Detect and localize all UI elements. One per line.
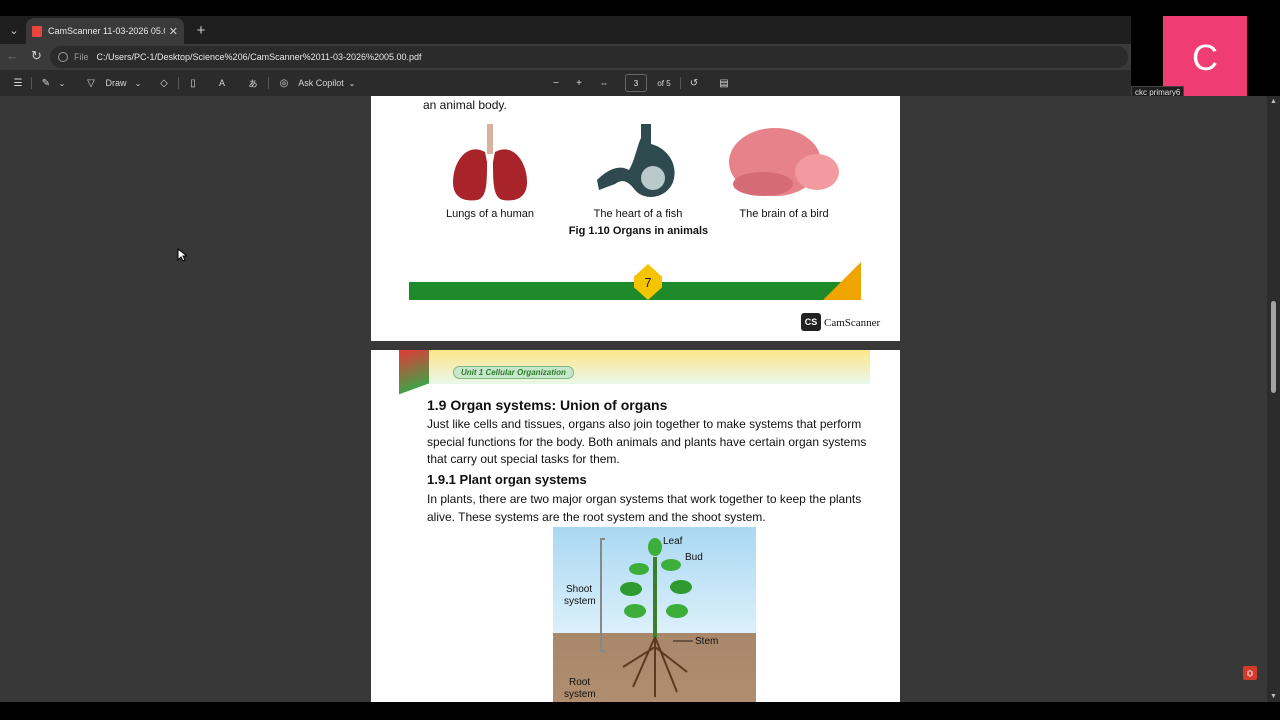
zoom-in-icon[interactable]: + <box>572 70 586 96</box>
camscanner-watermark: CamScanner <box>824 317 881 329</box>
page-view-icon[interactable]: ▤ <box>716 70 732 96</box>
paragraph-2-line-2: alive. These systems are the root system… <box>427 510 766 524</box>
caption-lungs: Lungs of a human <box>445 208 535 220</box>
address-bar: ← ↻ File C:/Users/PC-1/Desktop/Science%2… <box>0 44 1131 70</box>
zoom-out-icon[interactable]: − <box>549 70 563 96</box>
mouse-cursor-icon <box>177 248 187 262</box>
draw-button-label[interactable]: Draw <box>102 70 130 96</box>
paragraph-1-line-2: special functions for the body. Both ani… <box>427 435 867 449</box>
lungs-illustration <box>453 124 527 201</box>
rotate-icon[interactable]: ↺ <box>686 70 702 96</box>
url-scheme-label: File <box>74 52 89 62</box>
camscanner-logo-icon: CS <box>801 313 821 331</box>
caption-fish-heart: The heart of a fish <box>593 208 683 220</box>
screen-bottom-edge <box>0 702 1280 720</box>
scroll-up-icon[interactable]: ▲ <box>1270 98 1277 105</box>
footer-corner-decoration <box>823 262 861 300</box>
plant-illustration <box>600 538 693 697</box>
label-root-system-line-1: Root <box>569 677 591 688</box>
text-box-icon[interactable]: ▯ <box>185 70 201 96</box>
toolbar-divider <box>178 77 179 89</box>
toolbar-divider <box>680 77 681 89</box>
read-aloud-icon[interactable]: A <box>214 70 230 96</box>
fish-heart-illustration <box>597 124 675 197</box>
new-tab-button[interactable]: + <box>192 19 210 41</box>
figure-caption: Fig 1.10 Organs in animals <box>568 225 709 237</box>
label-leaf: Leaf <box>663 536 683 547</box>
page-total-label: of 5 <box>657 78 671 88</box>
paragraph-1-line-3: that carry out special tasks for them. <box>427 452 620 466</box>
browser-tab-active[interactable]: CamScanner 11-03-2026 05.00.pdf ✕ <box>26 18 184 44</box>
section-heading: 1.9 Organ systems: Union of organs <box>427 397 668 413</box>
translate-icon[interactable]: あ <box>245 70 261 96</box>
site-info-icon[interactable] <box>58 52 68 62</box>
label-stem: Stem <box>695 636 719 647</box>
tab-list-button[interactable]: ⌄ <box>4 20 24 40</box>
avatar-initial: C <box>1192 37 1218 78</box>
ask-copilot-label[interactable]: Ask Copilot <box>295 70 347 96</box>
tab-title: CamScanner 11-03-2026 05.00.pdf <box>48 26 165 36</box>
url-field[interactable]: File C:/Users/PC-1/Desktop/Science%206/C… <box>50 46 1128 68</box>
plus-icon: + <box>196 21 206 39</box>
scrollbar-thumb[interactable] <box>1271 301 1276 393</box>
label-bud: Bud <box>685 552 703 563</box>
highlight-dropdown-chevron-icon[interactable]: ⌄ <box>57 70 67 96</box>
label-root-system-line-2: system <box>564 689 596 700</box>
toolbar-divider <box>31 77 32 89</box>
reload-icon[interactable]: ↻ <box>31 48 42 64</box>
page-number-input[interactable]: 3 <box>625 74 647 92</box>
paragraph-2-line-1: In plants, there are two major organ sys… <box>427 492 862 506</box>
tab-strip: ⌄ CamScanner 11-03-2026 05.00.pdf ✕ + <box>0 16 1131 44</box>
highlight-icon[interactable]: ✎ <box>38 70 54 96</box>
screen-top-edge <box>0 0 1280 16</box>
unit-label: Unit 1 Cellular Organization <box>453 366 574 379</box>
fit-width-icon[interactable]: ⇔ <box>596 70 612 96</box>
subsection-heading: 1.9.1 Plant organ systems <box>427 472 587 487</box>
banner-corner-decoration <box>399 350 429 402</box>
copilot-dropdown-chevron-icon[interactable]: ⌄ <box>347 70 357 96</box>
url-text[interactable]: C:/Users/PC-1/Desktop/Science%206/CamSca… <box>97 52 422 62</box>
pdf-page-3: an animal body. Lungs of a human The hea… <box>371 96 900 341</box>
label-shoot-system-line-2: system <box>564 596 596 607</box>
caption-bird-brain: The brain of a bird <box>739 208 829 220</box>
scroll-down-icon[interactable]: ▼ <box>1270 693 1277 700</box>
pdf-page-4: Unit 1 Cellular Organization 1.9 Organ s… <box>371 350 900 702</box>
draw-dropdown-chevron-icon[interactable]: ⌄ <box>133 70 143 96</box>
page-top-text: an animal body. <box>423 98 507 112</box>
eraser-icon[interactable]: ◇ <box>156 70 172 96</box>
contents-list-icon[interactable]: ☰ <box>10 70 26 96</box>
adobe-pdf-icon[interactable]: ⏣ <box>1243 666 1257 680</box>
toolbar-divider <box>268 77 269 89</box>
plant-organ-system-diagram: Leaf Bud Shoot system Stem Root system <box>553 527 756 702</box>
pdf-file-icon <box>32 25 42 37</box>
bird-brain-illustration <box>729 128 839 196</box>
chevron-down-icon: ⌄ <box>9 24 19 37</box>
back-arrow-icon[interactable]: ← <box>6 48 19 63</box>
pdf-viewer-area[interactable]: an animal body. Lungs of a human The hea… <box>0 96 1280 702</box>
label-shoot-system-line-1: Shoot <box>566 584 593 595</box>
draw-icon[interactable]: ▽ <box>83 70 99 96</box>
paragraph-1-line-1: Just like cells and tissues, organs also… <box>427 417 862 431</box>
pdf-toolbar: ☰ ✎ ⌄ ▽ Draw ⌄ ◇ ▯ A あ ◎ Ask Copilot ⌄ −… <box>0 70 1131 96</box>
copilot-icon[interactable]: ◎ <box>276 70 292 96</box>
close-tab-icon[interactable]: ✕ <box>169 25 178 38</box>
vertical-scrollbar[interactable]: ▲ ▼ <box>1267 96 1280 702</box>
